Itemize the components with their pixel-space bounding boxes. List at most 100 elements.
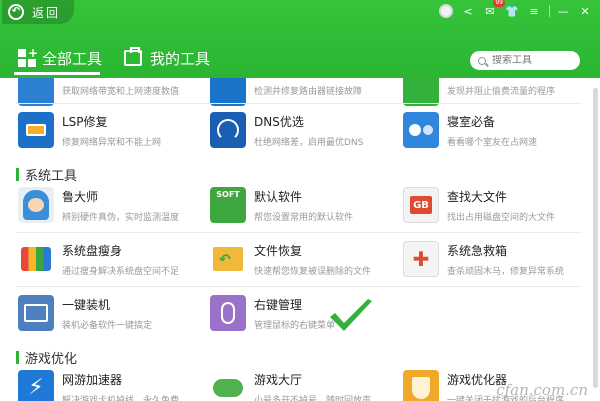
divider — [16, 232, 582, 233]
tool-item-default-soft[interactable]: SOFT 默认软件 帮您设置常用的默认软件 — [210, 183, 353, 227]
scrollbar[interactable] — [593, 88, 598, 388]
tool-item-game-hall[interactable]: 游戏大厅 小号多开不掉号，随时回放声 — [210, 366, 371, 401]
tool-name: 一键装机 — [62, 297, 111, 312]
optimizer-icon — [403, 370, 439, 401]
tool-desc: 杜绝网络差，启用最优DNS — [254, 137, 364, 148]
watermark: cfan.com.cn — [496, 381, 588, 399]
separator — [549, 5, 550, 17]
tool-name: 网游加速器 — [62, 372, 123, 387]
tab-all-label: 全部工具 — [42, 49, 103, 68]
lsp-icon — [18, 112, 54, 148]
gb-icon: GB — [403, 187, 439, 223]
tool-item-dorm[interactable]: 寝室必备 看看哪个室友在占网速 — [403, 108, 537, 152]
flow-icon — [403, 78, 439, 106]
back-label: 返回 — [32, 5, 61, 20]
tool-item-first-aid[interactable]: ✚ 系统急救箱 查杀顽固木马，修复异常系统 — [403, 237, 564, 281]
accelerator-icon: ⚡ — [18, 370, 54, 401]
tool-item[interactable]: 发现并阻止偷费流量的程序 — [403, 78, 555, 110]
toolbox-icon — [124, 47, 142, 66]
tool-item-find-large[interactable]: GB 查找大文件 找出占用磁盘空间的大文件 — [403, 183, 555, 227]
tool-desc: 管理鼠标的右键菜单 — [254, 320, 336, 331]
mail-button[interactable]: ✉ 99 — [481, 0, 505, 20]
dorm-icon — [403, 112, 439, 148]
tab-all-tools[interactable]: + 全部工具 — [18, 44, 102, 72]
title-bar: ↶ 返回 < ✉ 99 👕 ≡ — ✕ + 全部工具 我的工具 — [0, 0, 600, 78]
section-title: 游戏优化 — [25, 352, 78, 367]
tool-desc: 装机必备软件一键搞定 — [62, 320, 153, 331]
ludashi-icon — [18, 187, 54, 223]
dns-icon — [210, 112, 246, 148]
tool-name: 系统盘瘦身 — [62, 243, 123, 258]
tool-name: 默认软件 — [254, 189, 303, 204]
tool-desc: 快速帮您恢复被误删除的文件 — [254, 266, 372, 277]
window-controls: < ✉ 99 👕 ≡ — ✕ — [433, 0, 594, 20]
tool-item-accelerator[interactable]: ⚡ 网游加速器 解决游戏卡机掉线，永久免费 — [18, 366, 179, 401]
share-button[interactable]: < — [459, 2, 477, 20]
back-button[interactable]: ↶ 返回 — [2, 0, 74, 24]
install-icon — [18, 295, 54, 331]
back-arrow-icon: ↶ — [8, 4, 24, 20]
section-game-optimization: 游戏优化 — [16, 348, 77, 367]
tool-item[interactable]: 检测并修复路由器链接故障 — [210, 78, 362, 110]
tab-my-tools[interactable]: 我的工具 — [124, 44, 210, 72]
grid-plus-icon: + — [18, 47, 38, 67]
search-input[interactable] — [492, 55, 577, 66]
section-title: 系统工具 — [25, 169, 78, 184]
menu-icon: ≡ — [529, 4, 539, 18]
search-box[interactable] — [470, 51, 580, 70]
firstaid-icon: ✚ — [403, 241, 439, 277]
tool-item-slim[interactable]: 系统盘瘦身 通过瘦身解决系统盘空间不足 — [18, 237, 179, 281]
tool-name: 文件恢复 — [254, 243, 303, 258]
medal-icon — [439, 4, 453, 18]
tool-name: 查找大文件 — [447, 189, 508, 204]
tool-desc: 看看哪个室友在占网速 — [447, 137, 538, 148]
section-system-tools: 系统工具 — [16, 165, 77, 184]
tool-name: DNS优选 — [254, 114, 304, 129]
minimize-icon: — — [557, 4, 569, 18]
slim-icon — [18, 241, 54, 277]
tool-item-lsp[interactable]: LSP修复 修复网络异常和不能上网 — [18, 108, 161, 152]
tool-item[interactable]: 获取网络带宽和上网速度数值 — [18, 78, 179, 110]
tool-desc: 辨别硬件真伪，实时监测温度 — [62, 212, 180, 223]
menu-button[interactable]: ≡ — [525, 2, 543, 20]
mail-icon: ✉ — [485, 4, 495, 18]
section-marker — [16, 168, 19, 181]
speed-icon — [18, 78, 54, 106]
medal-button[interactable] — [437, 2, 455, 20]
tool-desc: 修复网络异常和不能上网 — [62, 137, 162, 148]
tool-desc: 通过瘦身解决系统盘空间不足 — [62, 266, 180, 277]
tool-item-recover[interactable]: ↶ 文件恢复 快速帮您恢复被误删除的文件 — [210, 237, 371, 281]
share-icon: < — [463, 4, 473, 18]
tool-name: 游戏大厅 — [254, 372, 303, 387]
tool-item-ludashi[interactable]: 鲁大师 辨别硬件真伪，实时监测温度 — [18, 183, 179, 227]
close-button[interactable]: ✕ — [576, 2, 594, 20]
minimize-button[interactable]: — — [554, 2, 572, 20]
skin-button[interactable]: 👕 — [503, 2, 521, 20]
tool-desc: 找出占用磁盘空间的大文件 — [447, 212, 556, 223]
mouse-icon — [210, 295, 246, 331]
tool-item-dns[interactable]: DNS优选 杜绝网络差，启用最优DNS — [210, 108, 363, 152]
tool-item-one-click-install[interactable]: 一键装机 装机必备软件一键搞定 — [18, 291, 152, 335]
search-icon — [478, 56, 486, 65]
tool-desc: 帮您设置常用的默认软件 — [254, 212, 354, 223]
divider — [16, 103, 582, 104]
tool-desc: 发现并阻止偷费流量的程序 — [447, 87, 556, 97]
soft-icon: SOFT — [210, 187, 246, 223]
divider — [16, 286, 582, 287]
close-icon: ✕ — [580, 4, 590, 18]
tool-name: LSP修复 — [62, 114, 108, 129]
shirt-icon: 👕 — [505, 4, 519, 18]
check-mark-icon — [330, 299, 372, 331]
tool-item-right-click-manager[interactable]: 右键管理 管理鼠标的右键菜单 — [210, 291, 335, 335]
router-icon — [210, 78, 246, 106]
tool-name: 右键管理 — [254, 297, 303, 312]
gamepad-icon — [210, 370, 246, 401]
tool-desc: 检测并修复路由器链接故障 — [254, 87, 363, 97]
tool-name: 寝室必备 — [447, 114, 496, 129]
tool-desc: 解决游戏卡机掉线，永久免费 — [62, 395, 180, 401]
recover-icon: ↶ — [210, 241, 246, 277]
tab-mine-label: 我的工具 — [150, 49, 211, 68]
tool-desc: 小号多开不掉号，随时回放声 — [254, 395, 372, 401]
section-marker — [16, 351, 19, 364]
tools-panel: 获取网络带宽和上网速度数值 检测并修复路由器链接故障 发现并阻止偷费流量的程序 … — [0, 78, 600, 401]
